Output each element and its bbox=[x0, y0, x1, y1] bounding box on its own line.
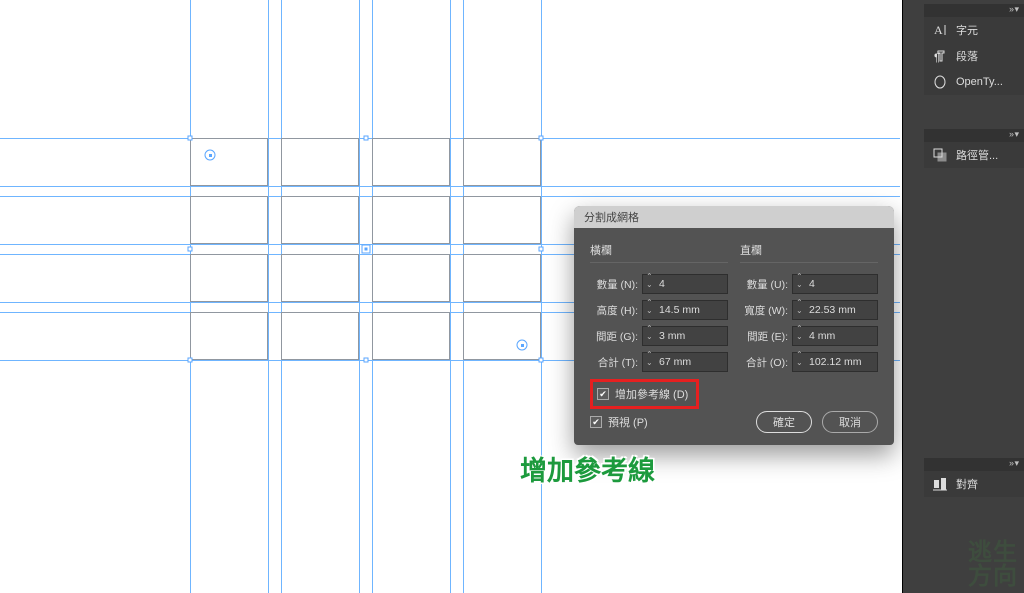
cols-section-header: 直欄 bbox=[740, 242, 878, 263]
panel-pathfinder[interactable]: 路徑管... bbox=[924, 142, 1024, 168]
grid-cell[interactable] bbox=[463, 312, 541, 360]
grid-cell[interactable] bbox=[281, 254, 359, 302]
selection-center-anchor[interactable] bbox=[362, 245, 371, 254]
selection-anchor[interactable] bbox=[188, 358, 193, 363]
selection-anchor[interactable] bbox=[188, 247, 193, 252]
cols-width-input[interactable]: 22.53 mm bbox=[792, 300, 878, 320]
cols-gutter-input[interactable]: 4 mm bbox=[792, 326, 878, 346]
rows-total-input[interactable]: 67 mm bbox=[642, 352, 728, 372]
guide-vertical bbox=[359, 0, 360, 593]
grid-cell[interactable] bbox=[190, 196, 268, 244]
opentype-icon bbox=[932, 74, 948, 90]
ok-button[interactable]: 確定 bbox=[756, 411, 812, 433]
rows-section-header: 橫欄 bbox=[590, 242, 728, 263]
rows-total-label: 合計 (T): bbox=[590, 355, 642, 370]
rows-number-input[interactable]: 4 bbox=[642, 274, 728, 294]
panel-grip[interactable]: ›› ▾ bbox=[924, 4, 1024, 17]
grid-cell[interactable] bbox=[372, 138, 450, 186]
guide-vertical bbox=[541, 0, 542, 593]
panel-opentype[interactable]: OpenTy... bbox=[924, 69, 1024, 95]
grid-cell[interactable] bbox=[372, 196, 450, 244]
rows-number-label: 數量 (N): bbox=[590, 277, 642, 292]
panel-label: 路徑管... bbox=[956, 147, 998, 163]
panel-label: 對齊 bbox=[956, 476, 978, 492]
cols-total-label: 合計 (O): bbox=[740, 355, 792, 370]
panel-align[interactable]: 對齊 bbox=[924, 471, 1024, 497]
selection-anchor[interactable] bbox=[539, 247, 544, 252]
svg-text:A: A bbox=[934, 23, 943, 37]
origin-marker[interactable] bbox=[205, 150, 216, 161]
grid-cell[interactable] bbox=[281, 138, 359, 186]
panel-grip[interactable]: ›› ▾ bbox=[924, 129, 1024, 142]
selection-anchor[interactable] bbox=[364, 136, 369, 141]
grid-cell[interactable] bbox=[372, 254, 450, 302]
cols-gutter-label: 間距 (E): bbox=[740, 329, 792, 344]
grid-cell[interactable] bbox=[281, 196, 359, 244]
pathfinder-icon bbox=[932, 147, 948, 163]
selection-anchor[interactable] bbox=[539, 358, 544, 363]
grid-cell[interactable] bbox=[372, 312, 450, 360]
rows-gutter-label: 間距 (G): bbox=[590, 329, 642, 344]
add-guides-highlight: 增加參考線 (D) bbox=[590, 379, 699, 409]
cancel-button[interactable]: 取消 bbox=[822, 411, 878, 433]
panel-character[interactable]: A 字元 bbox=[924, 17, 1024, 43]
svg-text:¶: ¶ bbox=[934, 52, 940, 64]
panel-label: OpenTy... bbox=[956, 76, 1003, 88]
cols-total-input[interactable]: 102.12 mm bbox=[792, 352, 878, 372]
panel-grip[interactable]: ›› ▾ bbox=[924, 458, 1024, 471]
grid-cell[interactable] bbox=[190, 138, 268, 186]
panel-label: 段落 bbox=[956, 48, 978, 64]
character-icon: A bbox=[932, 22, 948, 38]
grid-cell[interactable] bbox=[463, 254, 541, 302]
grid-cell[interactable] bbox=[190, 254, 268, 302]
align-icon bbox=[932, 476, 948, 492]
grid-cell[interactable] bbox=[463, 138, 541, 186]
rows-gutter-input[interactable]: 3 mm bbox=[642, 326, 728, 346]
cols-width-label: 寬度 (W): bbox=[740, 303, 792, 318]
grid-cell[interactable] bbox=[281, 312, 359, 360]
dialog-title[interactable]: 分割成網格 bbox=[574, 206, 894, 228]
add-guides-label: 增加參考線 (D) bbox=[615, 386, 688, 402]
split-into-grid-dialog: 分割成網格 橫欄 數量 (N):4 高度 (H):14.5 mm 間距 (G):… bbox=[574, 206, 894, 445]
panel-dock: ›› ▾ A 字元 ¶ 段落 OpenTy... ›› ▾ 路徑管... ›› … bbox=[924, 0, 1024, 527]
preview-label: 預視 (P) bbox=[608, 414, 648, 430]
selection-anchor[interactable] bbox=[539, 136, 544, 141]
add-guides-checkbox[interactable] bbox=[597, 388, 609, 400]
grid-cell[interactable] bbox=[190, 312, 268, 360]
selection-anchor[interactable] bbox=[188, 136, 193, 141]
preview-checkbox[interactable] bbox=[590, 416, 602, 428]
guide-vertical bbox=[450, 0, 451, 593]
panel-label: 字元 bbox=[956, 22, 978, 38]
rows-height-input[interactable]: 14.5 mm bbox=[642, 300, 728, 320]
rows-height-label: 高度 (H): bbox=[590, 303, 642, 318]
guide-vertical bbox=[268, 0, 269, 593]
paragraph-icon: ¶ bbox=[932, 48, 948, 64]
grid-cell[interactable] bbox=[463, 196, 541, 244]
cols-number-input[interactable]: 4 bbox=[792, 274, 878, 294]
cols-number-label: 數量 (U): bbox=[740, 277, 792, 292]
panel-paragraph[interactable]: ¶ 段落 bbox=[924, 43, 1024, 69]
selection-anchor[interactable] bbox=[364, 358, 369, 363]
origin-marker[interactable] bbox=[517, 340, 528, 351]
